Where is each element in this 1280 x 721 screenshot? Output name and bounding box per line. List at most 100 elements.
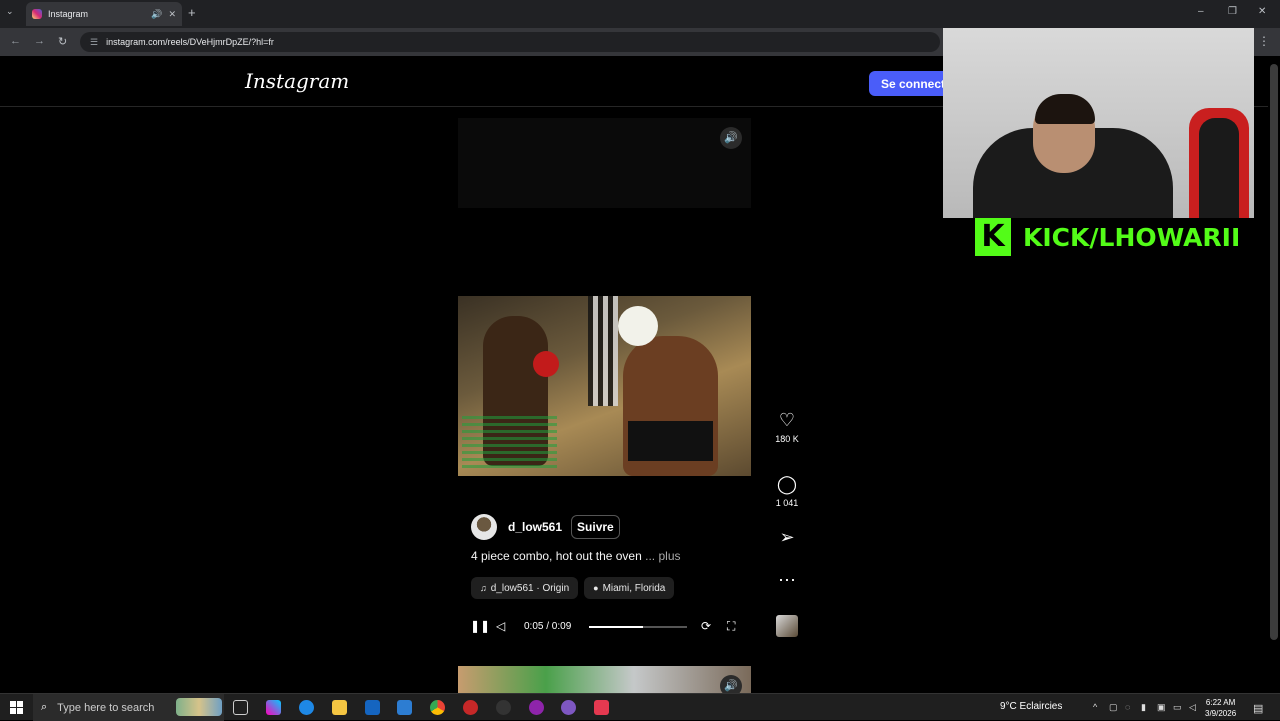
audio-thumbnail[interactable]: [776, 615, 798, 637]
page-scrollbar[interactable]: [1270, 64, 1278, 640]
copilot-icon[interactable]: [266, 700, 281, 715]
clock-date: 3/9/2026: [1205, 709, 1237, 718]
comment-action[interactable]: ◯ 1 041: [768, 474, 806, 508]
speaker-icon[interactable]: 🔊: [151, 9, 162, 20]
notification-icon[interactable]: ▤: [1253, 702, 1263, 715]
app-icon-v[interactable]: [594, 700, 609, 715]
caption-text: 4 piece combo, hot out the oven: [471, 549, 642, 563]
tray-icon-2[interactable]: ◌: [1125, 702, 1130, 712]
app-icon-k[interactable]: [496, 700, 511, 715]
discord-icon[interactable]: [561, 700, 576, 715]
video-white-glove: [618, 306, 658, 346]
video-time: 0:05 / 0:09: [524, 621, 572, 632]
comment-count: 1 041: [775, 498, 799, 508]
avatar[interactable]: [471, 514, 497, 540]
webcam-overlay: [943, 28, 1254, 218]
follow-button[interactable]: Suivre: [571, 515, 620, 539]
minimize-button[interactable]: –: [1198, 6, 1204, 17]
clock-time: 6:22 AM: [1205, 698, 1236, 707]
location-chip[interactable]: ● Miami, Florida: [584, 577, 675, 599]
audio-chip-label: d_low561 · Origin: [490, 582, 570, 594]
tray-icon-1[interactable]: ▢: [1109, 702, 1118, 713]
volume-tray-icon[interactable]: ◁: [1189, 702, 1196, 713]
windows-start-icon[interactable]: [10, 701, 23, 714]
store-icon[interactable]: [365, 700, 380, 715]
obs-icon[interactable]: [463, 700, 478, 715]
progress-fill: [589, 626, 643, 628]
kick-channel-text: KICK/LHOWARII: [1023, 222, 1241, 252]
close-window-button[interactable]: ✕: [1258, 6, 1266, 17]
mail-icon[interactable]: [397, 700, 412, 715]
tab-close-icon[interactable]: ✕: [168, 9, 176, 20]
next-volume-icon[interactable]: 🔊: [720, 675, 742, 693]
comment-icon[interactable]: ◯: [768, 474, 806, 495]
heart-icon[interactable]: ♡: [768, 410, 806, 431]
author-username[interactable]: d_low561: [508, 520, 562, 534]
browser-menu-icon[interactable]: ⋮: [1258, 34, 1270, 48]
taskbar-clock[interactable]: 6:22 AM 3/9/2026: [1205, 697, 1236, 719]
send-icon[interactable]: ➢: [768, 527, 806, 548]
video-shorts: [628, 421, 713, 461]
tray-chevron-icon[interactable]: ^: [1093, 702, 1097, 712]
site-info-icon[interactable]: ☰: [90, 37, 98, 48]
search-placeholder: Type here to search: [57, 701, 155, 714]
volume-icon[interactable]: 🔊: [720, 127, 742, 149]
caption-more-link[interactable]: ... plus: [645, 549, 680, 563]
video-progress-bar[interactable]: [589, 626, 687, 628]
reel-video[interactable]: [458, 296, 751, 476]
share-action[interactable]: ➢: [768, 527, 806, 548]
audio-chip[interactable]: ♫ d_low561 · Origin: [471, 577, 579, 599]
instagram-favicon-icon: [32, 9, 42, 19]
reel-chips: ♫ d_low561 · Origin ● Miami, Florida: [471, 577, 680, 599]
search-icon: ⌕: [41, 701, 48, 713]
tray-icon-3[interactable]: ▣: [1157, 702, 1166, 713]
location-chip-label: Miami, Florida: [602, 582, 666, 594]
video-stream-chat: [462, 416, 557, 471]
weather-widget[interactable]: 9°C Eclaircies: [1000, 701, 1062, 712]
tab-search-icon[interactable]: ⌄: [6, 6, 14, 17]
app-icon-red[interactable]: [529, 700, 544, 715]
browser-tab-strip: ⌄ Instagram 🔊 ✕ + – ❐ ✕: [0, 0, 1280, 28]
video-red-glove: [533, 351, 559, 377]
reload-icon[interactable]: ↻: [58, 35, 67, 48]
new-tab-button[interactable]: +: [188, 5, 196, 20]
mute-icon[interactable]: ◁: [496, 619, 505, 633]
reel-author: d_low561 Suivre: [471, 514, 620, 540]
chrome-icon[interactable]: [430, 700, 445, 715]
video-referee: [588, 296, 618, 406]
instagram-logo[interactable]: Instagram: [245, 69, 349, 93]
current-reel[interactable]: d_low561 Suivre 4 piece combo, hot out t…: [458, 226, 751, 644]
fullscreen-icon[interactable]: ⛶: [727, 619, 735, 634]
music-note-icon: ♫: [480, 583, 487, 593]
edge-icon[interactable]: [299, 700, 314, 715]
like-action[interactable]: ♡ 180 K: [768, 410, 806, 444]
microphone-icon[interactable]: ▮: [1141, 702, 1146, 713]
file-explorer-icon[interactable]: [332, 700, 347, 715]
like-count: 180 K: [775, 434, 799, 444]
video-controls: ❚❚ ◁ 0:05 / 0:09 ⟳ ⛶: [458, 614, 751, 640]
webcam-chair-back: [1199, 118, 1239, 218]
reel-caption: 4 piece combo, hot out the oven ... plus: [471, 549, 681, 563]
browser-tab-instagram[interactable]: Instagram 🔊 ✕: [26, 2, 182, 26]
restore-button[interactable]: ❐: [1228, 6, 1237, 17]
replay-icon[interactable]: ⟳: [701, 619, 711, 633]
network-icon[interactable]: ▭: [1173, 702, 1182, 713]
forward-icon[interactable]: →: [34, 35, 45, 47]
address-bar[interactable]: ☰ instagram.com/reels/DVeHjmrDpZE/?hl=fr: [80, 32, 940, 52]
taskbar-search[interactable]: ⌕ Type here to search: [33, 694, 224, 721]
task-view-icon[interactable]: [233, 700, 248, 715]
kick-overlay: K KICK/LHOWARII: [975, 217, 1240, 257]
webcam-person-hair: [1035, 94, 1095, 124]
previous-reel[interactable]: 🔊: [458, 118, 751, 208]
more-icon[interactable]: ⋯: [768, 570, 806, 591]
windows-taskbar: ⌕ Type here to search 9°C Eclaircies ^ ▢…: [0, 693, 1280, 721]
search-highlight-image: [176, 698, 222, 716]
more-action[interactable]: ⋯: [768, 570, 806, 591]
next-reel[interactable]: 🔊: [458, 666, 751, 693]
url-text: instagram.com/reels/DVeHjmrDpZE/?hl=fr: [106, 37, 274, 47]
kick-logo-icon: K: [975, 218, 1011, 256]
location-pin-icon: ●: [593, 583, 599, 593]
back-icon[interactable]: ←: [10, 35, 21, 47]
pause-icon[interactable]: ❚❚: [470, 619, 490, 633]
tab-title: Instagram: [48, 9, 89, 19]
